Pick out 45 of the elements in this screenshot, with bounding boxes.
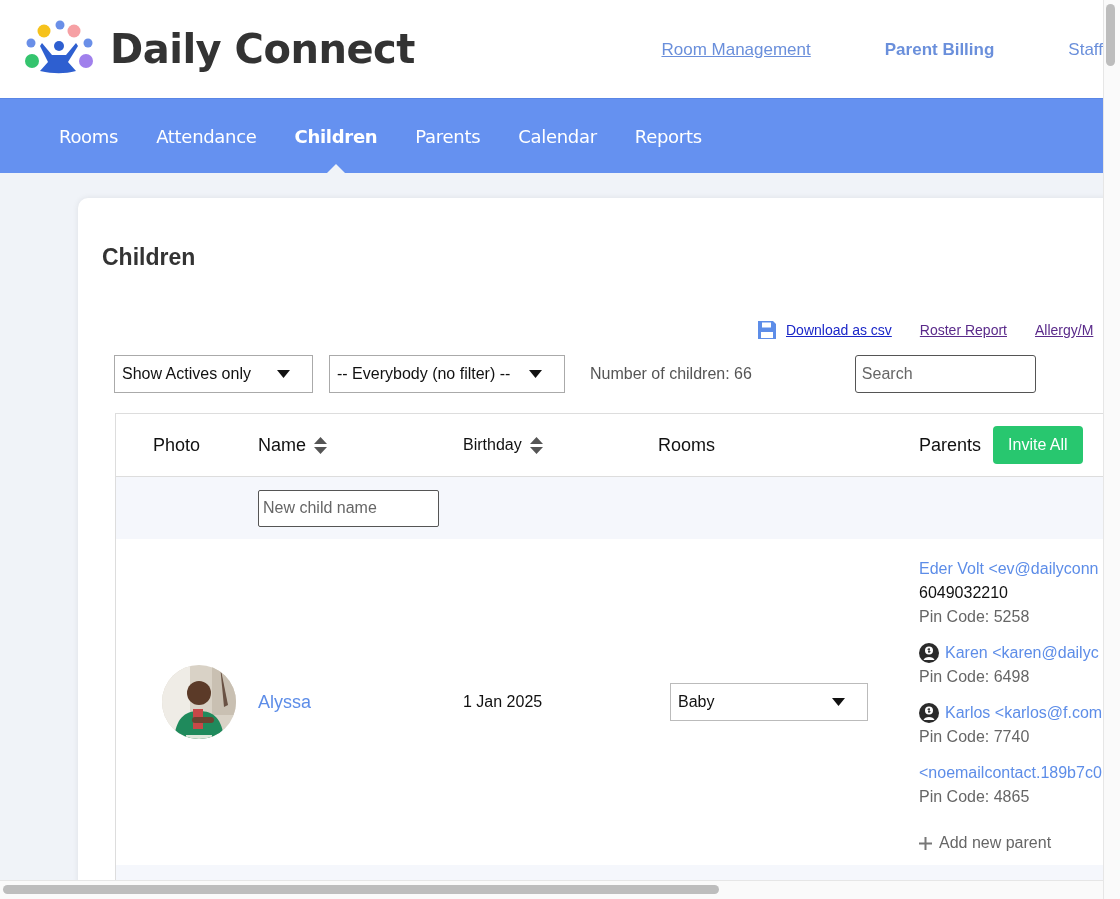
nav-tab[interactable]: Rooms — [40, 98, 138, 174]
parent-link[interactable]: Eder Volt <ev@dailyconn — [919, 557, 1099, 581]
header-link[interactable]: Room Management — [661, 40, 811, 60]
parent-link[interactable]: <noemailcontact.189b7c0 — [919, 761, 1102, 785]
add-parent-link[interactable]: Add new parent — [919, 831, 1052, 855]
status-select[interactable]: Show Actives only — [114, 355, 313, 393]
nav-tab[interactable]: Attendance — [137, 98, 276, 174]
report-link[interactable]: Roster Report — [919, 322, 1007, 338]
sort-icon[interactable] — [529, 436, 543, 454]
pin-code: Pin Code: 4865 — [919, 787, 1031, 807]
new-child-field[interactable]: New child name — [258, 489, 439, 527]
caret-icon — [832, 698, 845, 706]
pin-code: Pin Code: 5258 — [919, 607, 1031, 627]
invite-all-button[interactable]: Invite All — [993, 426, 1083, 464]
report-link[interactable]: Allergy/M — [1035, 322, 1094, 338]
caret-icon — [277, 370, 290, 378]
brand-name: Daily Connect — [110, 26, 415, 72]
column-header: Rooms — [658, 434, 715, 456]
download-link[interactable]: Download as csv — [786, 322, 892, 338]
children-count: Number of children: 66 — [590, 365, 752, 383]
pin-code: Pin Code: 6498 — [919, 667, 1031, 687]
header-link[interactable]: Staff — [1068, 40, 1103, 60]
group-select[interactable]: -- Everybody (no filter) -- — [329, 355, 565, 393]
parent-link[interactable]: Karlos <karlos@f.com — [945, 701, 1103, 725]
nav-tab[interactable]: Reports — [615, 98, 721, 174]
child-name-link[interactable]: Alyssa — [258, 691, 311, 713]
page-title: Children — [102, 243, 197, 272]
header-link[interactable]: Parent Billing — [884, 40, 995, 60]
column-header: Parents — [919, 434, 982, 456]
column-header: Photo — [153, 434, 201, 456]
column-header[interactable]: Name — [258, 434, 306, 456]
save-icon — [757, 320, 777, 340]
nav-tab[interactable]: Parents — [396, 98, 500, 174]
parent-phone: 6049032210 — [919, 583, 1009, 603]
search-field[interactable]: Search — [854, 355, 1036, 393]
pin-code: Pin Code: 7740 — [919, 727, 1031, 747]
caret-icon — [529, 370, 542, 378]
sort-icon[interactable] — [314, 436, 327, 454]
nav-tab[interactable]: Calendar — [499, 98, 616, 174]
birthday: 1 Jan 2025 — [463, 693, 543, 711]
column-header[interactable]: Birthday — [463, 436, 522, 454]
plus-icon — [919, 836, 932, 850]
room-select[interactable]: Baby — [670, 683, 868, 721]
parent-link[interactable]: Karen <karen@dailyc — [945, 641, 1099, 665]
nav-tab[interactable]: Children — [275, 98, 397, 174]
